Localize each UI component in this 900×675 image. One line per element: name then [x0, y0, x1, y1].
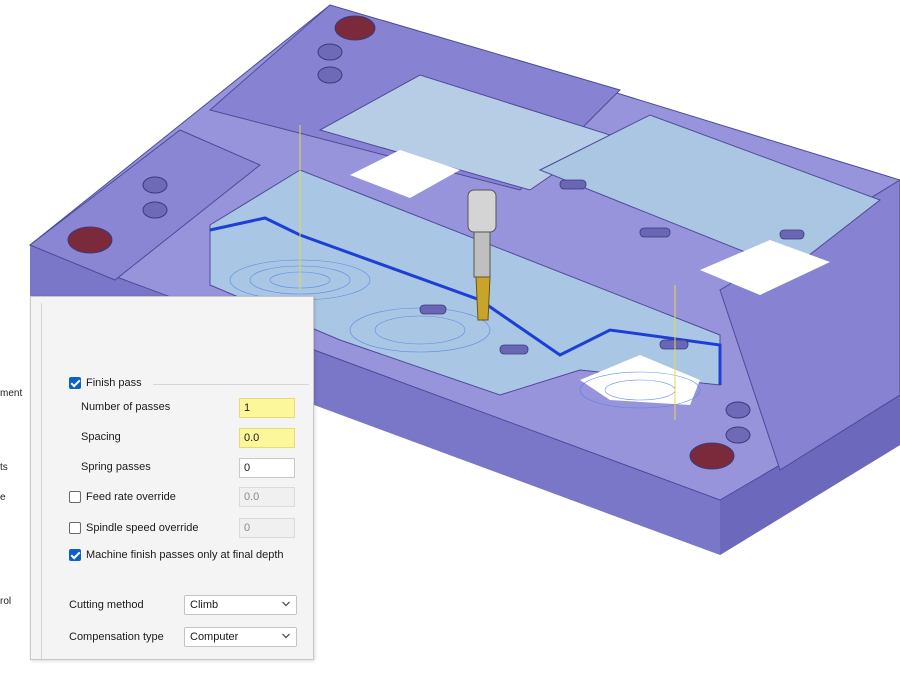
- spacing-label: Spacing: [81, 431, 121, 443]
- cutting-method-select[interactable]: Climb: [184, 595, 297, 615]
- finish-pass-label: Finish pass: [86, 377, 142, 389]
- finish-pass-checkbox[interactable]: [69, 377, 81, 389]
- chevron-down-icon: [282, 633, 290, 639]
- side-label-4: rol: [0, 596, 12, 607]
- finish-pass-settings-panel: Finish pass Number of passes 1 Spacing 0…: [30, 296, 314, 660]
- cutting-method-label: Cutting method: [69, 599, 144, 611]
- number-of-passes-label: Number of passes: [81, 401, 171, 413]
- spring-passes-input[interactable]: 0: [239, 458, 295, 478]
- spindle-speed-override-checkbox[interactable]: [69, 522, 81, 534]
- feed-rate-override-label: Feed rate override: [86, 491, 176, 503]
- number-of-passes-input[interactable]: 1: [239, 398, 295, 418]
- feed-rate-override-input: 0.0: [239, 487, 295, 507]
- spindle-speed-override-input: 0: [239, 518, 295, 538]
- machine-finish-final-depth-checkbox[interactable]: [69, 549, 81, 561]
- chevron-down-icon: [282, 601, 290, 607]
- spindle-speed-override-row[interactable]: Spindle speed override: [69, 522, 199, 534]
- spacing-input[interactable]: 0.0: [239, 428, 295, 448]
- section-divider: [153, 384, 309, 385]
- compensation-type-select[interactable]: Computer: [184, 627, 297, 647]
- feed-rate-override-checkbox[interactable]: [69, 491, 81, 503]
- machine-finish-final-depth-label: Machine finish passes only at final dept…: [86, 549, 284, 561]
- machine-finish-final-depth-row[interactable]: Machine finish passes only at final dept…: [69, 549, 284, 561]
- compensation-type-label: Compensation type: [69, 631, 164, 643]
- compensation-type-value: Computer: [190, 631, 239, 643]
- feed-rate-override-row[interactable]: Feed rate override: [69, 491, 176, 503]
- spindle-speed-override-label: Spindle speed override: [86, 522, 199, 534]
- cutting-method-value: Climb: [190, 599, 219, 611]
- side-label-3: e: [0, 492, 6, 503]
- spring-passes-label: Spring passes: [81, 461, 151, 473]
- side-label-2: ts: [0, 462, 8, 473]
- finish-pass-checkbox-row[interactable]: Finish pass: [69, 377, 142, 389]
- side-label-1: ment: [0, 388, 23, 399]
